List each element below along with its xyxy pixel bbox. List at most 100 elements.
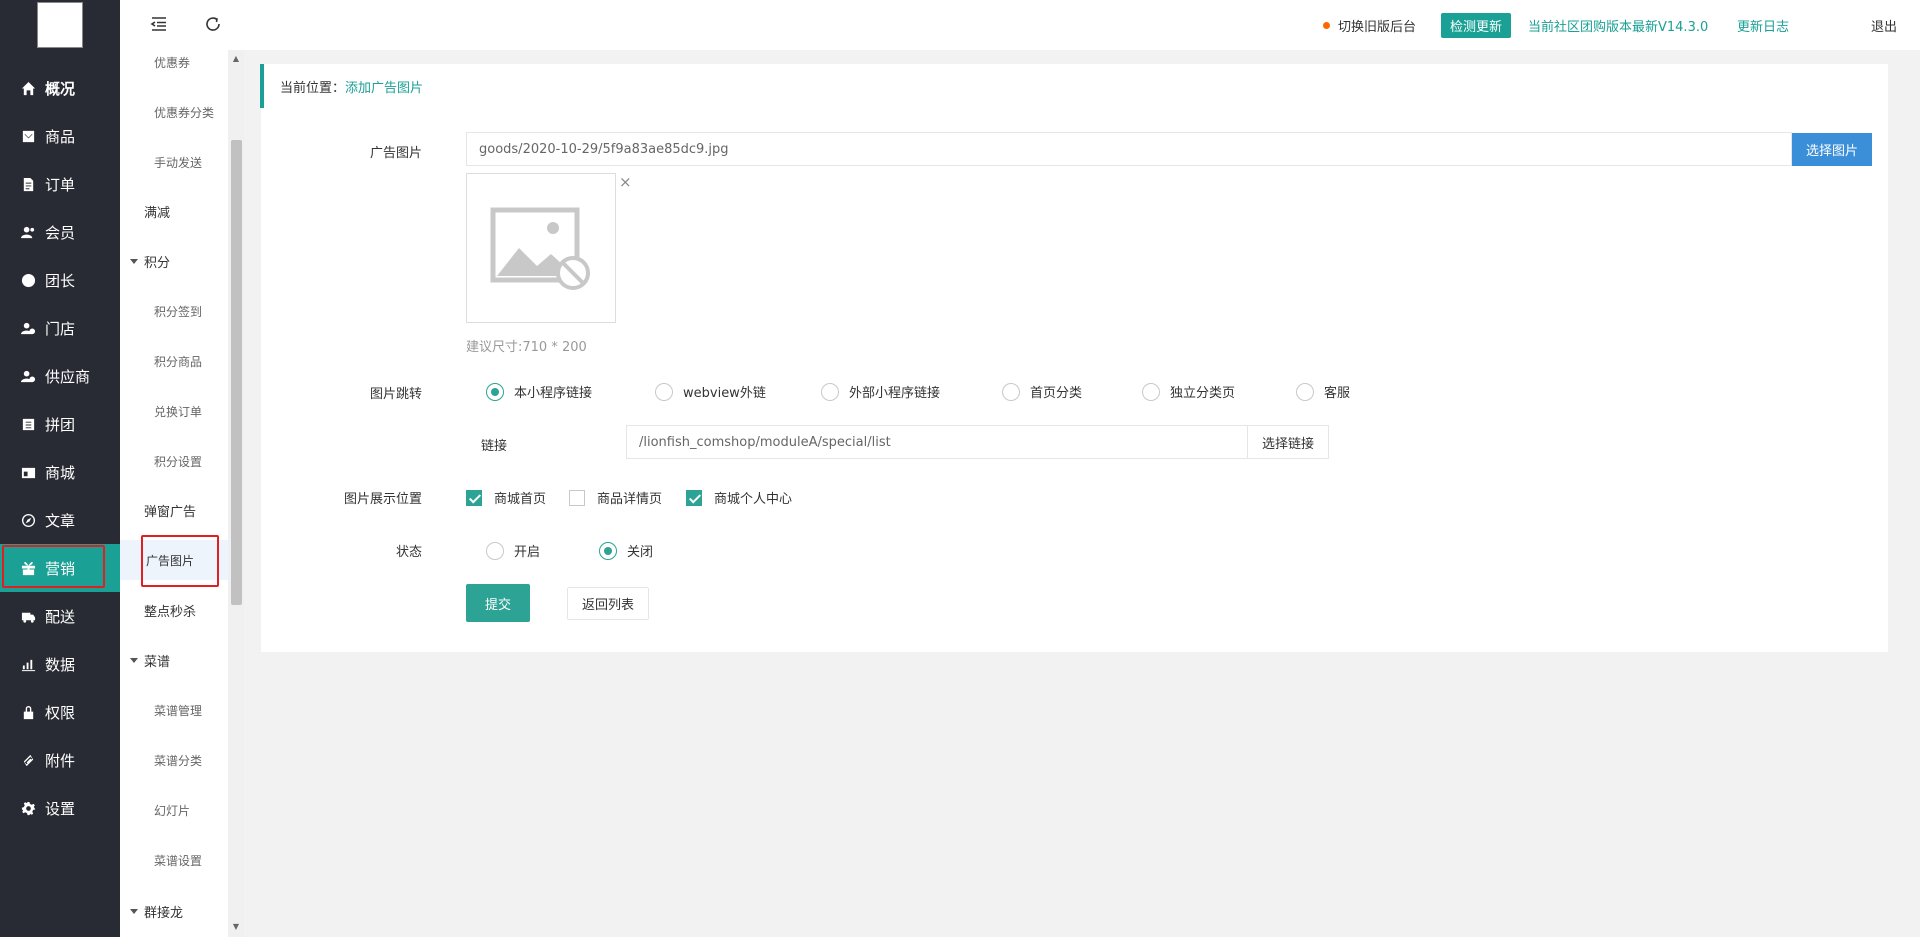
order-icon <box>20 176 36 192</box>
caret-down-icon <box>130 657 138 663</box>
position-goods-detail[interactable]: 商品详情页 <box>569 488 662 507</box>
radio-icon <box>486 382 504 401</box>
sidebar-item-store[interactable]: 门店 <box>0 304 120 352</box>
radio-label: 独立分类页 <box>1170 386 1236 401</box>
sidebar-item-group-buy[interactable]: 拼团 <box>0 400 120 448</box>
switch-old-admin-label: 切换旧版后台 <box>1338 19 1417 35</box>
submenu-group-recipes[interactable]: 菜谱 <box>120 640 228 680</box>
sidebar-item-label: 数据 <box>45 655 76 674</box>
submenu-group-solitaire[interactable]: 群接龙 <box>120 891 228 931</box>
checkbox-label: 商城首页 <box>494 492 547 507</box>
checkbox-icon <box>569 489 585 506</box>
sidebar-item-leader[interactable]: 团长 <box>0 256 120 304</box>
status-dot-icon <box>1323 21 1330 29</box>
image-preview <box>466 173 616 323</box>
jump-option-mini-program[interactable]: 本小程序链接 <box>486 382 592 401</box>
radio-label: 客服 <box>1324 386 1351 401</box>
switch-old-admin[interactable]: 切换旧版后台 <box>1323 0 1416 50</box>
submenu-group-label: 积分 <box>144 255 171 271</box>
radio-icon <box>1296 382 1314 401</box>
submenu-item[interactable]: 菜谱设置 <box>120 840 228 880</box>
sidebar-item-permission[interactable]: 权限 <box>0 688 120 736</box>
submenu-item[interactable]: 菜谱管理 <box>120 690 228 730</box>
submenu-scroll-thumb[interactable] <box>231 140 242 605</box>
submenu-item[interactable]: 手动发送 <box>120 142 228 182</box>
remove-image-icon[interactable]: × <box>619 173 632 191</box>
radio-icon <box>821 382 839 401</box>
sidebar-item-attachment[interactable]: 附件 <box>0 736 120 784</box>
status-on[interactable]: 开启 <box>486 541 540 560</box>
submenu-item[interactable]: 积分设置 <box>120 441 228 481</box>
radio-label: 本小程序链接 <box>514 386 593 401</box>
sidebar-item-marketing[interactable]: 营销 <box>0 544 120 592</box>
scroll-down-icon[interactable]: ▼ <box>231 922 241 931</box>
gift-icon <box>20 560 36 576</box>
mall-icon <box>20 464 36 480</box>
breadcrumb-current[interactable]: 添加广告图片 <box>345 77 423 96</box>
submenu-item[interactable]: 幻灯片 <box>120 790 228 830</box>
sidebar-item-goods[interactable]: 商品 <box>0 112 120 160</box>
check-update-button[interactable]: 检测更新 <box>1441 12 1512 38</box>
group-buy-icon <box>20 416 36 432</box>
choose-image-button[interactable]: 选择图片 <box>1792 133 1872 166</box>
changelog-link[interactable]: 更新日志 <box>1737 0 1789 50</box>
radio-label: webview外链 <box>683 386 766 401</box>
submenu-group-points[interactable]: 积分 <box>120 241 228 281</box>
sidebar-item-mall[interactable]: 商城 <box>0 448 120 496</box>
link-icon <box>20 752 36 768</box>
checkbox-label: 商城个人中心 <box>714 492 793 507</box>
sidebar-item-label: 商品 <box>45 127 76 146</box>
sidebar-item-orders[interactable]: 订单 <box>0 160 120 208</box>
supplier-icon <box>20 368 36 384</box>
menu-toggle-icon[interactable] <box>150 15 170 35</box>
link-input[interactable]: /lionfish_comshop/moduleA/special/list <box>626 425 1248 459</box>
sidebar-item-article[interactable]: 文章 <box>0 496 120 544</box>
submenu-item[interactable]: 积分商品 <box>120 341 228 381</box>
submenu-item-ad-image[interactable]: 广告图片 <box>120 540 228 580</box>
submenu-item[interactable]: 优惠券分类 <box>120 92 228 132</box>
sidebar-item-label: 概况 <box>45 79 76 98</box>
radio-icon <box>1002 382 1020 401</box>
submenu-item[interactable]: 整点秒杀 <box>120 590 228 630</box>
status-off[interactable]: 关闭 <box>599 541 653 560</box>
submenu-group-label: 群接龙 <box>144 905 184 921</box>
store-icon <box>20 320 36 336</box>
checkbox-icon <box>686 489 702 506</box>
truck-icon <box>20 608 36 624</box>
jump-option-webview[interactable]: webview外链 <box>655 382 766 401</box>
submenu-item[interactable]: 积分签到 <box>120 291 228 331</box>
radio-label: 首页分类 <box>1030 386 1083 401</box>
choose-link-button[interactable]: 选择链接 <box>1247 425 1329 459</box>
refresh-icon[interactable] <box>204 15 224 35</box>
leader-icon <box>20 272 36 288</box>
submenu-item[interactable]: 弹窗广告 <box>120 490 228 530</box>
sidebar-item-overview[interactable]: 概况 <box>0 64 120 112</box>
submit-button[interactable]: 提交 <box>466 584 530 622</box>
sidebar-item-members[interactable]: 会员 <box>0 208 120 256</box>
image-path-input[interactable]: goods/2020-10-29/5f9a83ae85dc9.jpg <box>466 132 1792 166</box>
radio-icon <box>1142 382 1160 401</box>
jump-option-category-page[interactable]: 独立分类页 <box>1142 382 1235 401</box>
sidebar-item-delivery[interactable]: 配送 <box>0 592 120 640</box>
scroll-up-icon[interactable]: ▲ <box>231 54 241 63</box>
radio-label: 外部小程序链接 <box>849 386 941 401</box>
sidebar-item-supplier[interactable]: 供应商 <box>0 352 120 400</box>
back-to-list-button[interactable]: 返回列表 <box>567 587 649 620</box>
submenu-item[interactable]: 满减 <box>120 191 228 231</box>
sidebar-item-data[interactable]: 数据 <box>0 640 120 688</box>
jump-option-home-category[interactable]: 首页分类 <box>1002 382 1082 401</box>
jump-option-customer-service[interactable]: 客服 <box>1296 382 1350 401</box>
position-mall-home[interactable]: 商城首页 <box>466 488 546 507</box>
main-sidebar: 概况 商品 订单 会员 团长 门店 供应商 拼团 商城 文章 营销 配送 数据 … <box>0 0 120 937</box>
sidebar-item-settings[interactable]: 设置 <box>0 784 120 832</box>
status-label: 状态 <box>395 545 422 560</box>
position-mall-profile[interactable]: 商城个人中心 <box>686 488 792 507</box>
logout-link[interactable]: 退出 <box>1871 0 1897 50</box>
submenu-item[interactable]: 菜谱分类 <box>120 740 228 780</box>
submenu-item[interactable]: 兑换订单 <box>120 391 228 431</box>
submenu: 优惠券 优惠券分类 手动发送 满减 积分 积分签到 积分商品 兑换订单 积分设置… <box>120 0 228 937</box>
sidebar-item-label: 附件 <box>45 751 76 770</box>
jump-option-external-mini-program[interactable]: 外部小程序链接 <box>821 382 940 401</box>
sidebar-item-label: 设置 <box>45 799 76 818</box>
sidebar-item-label: 供应商 <box>45 367 91 386</box>
